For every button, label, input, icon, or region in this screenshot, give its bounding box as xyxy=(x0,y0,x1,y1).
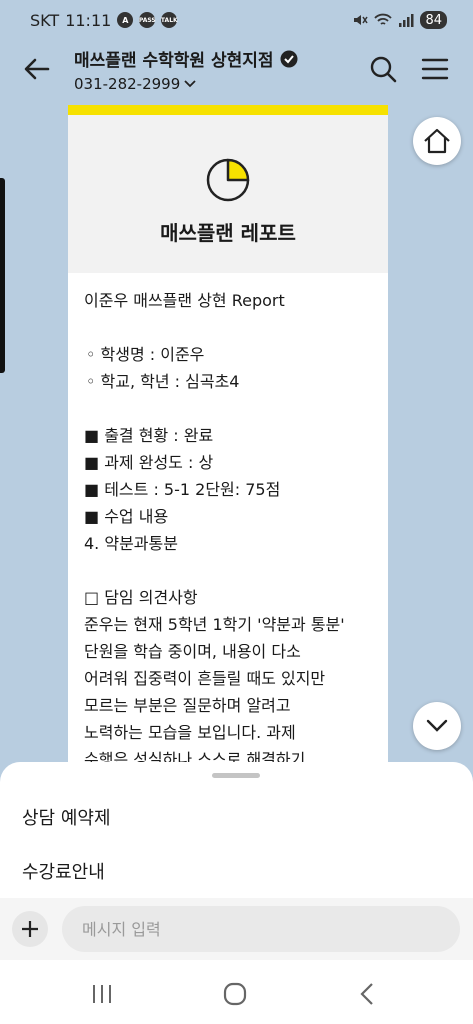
phone-row[interactable]: 031-282-2999 xyxy=(74,75,298,93)
status-left: SKT 11:11 A PASS TALK xyxy=(30,10,178,30)
message-input[interactable] xyxy=(62,906,460,952)
homework-completion: ■ 과제 완성도 : 상 xyxy=(84,453,214,472)
talk-app-icon: TALK xyxy=(161,12,178,28)
channel-title: 매쓰플랜 수학학원 상현지점 xyxy=(74,51,274,71)
verified-badge-icon xyxy=(280,50,298,67)
back-arrow-icon[interactable] xyxy=(22,54,52,84)
channel-title-row: 매쓰플랜 수학학원 상현지점 xyxy=(74,46,298,71)
pie-logo-icon xyxy=(206,158,250,202)
channel-info[interactable]: 매쓰플랜 수학학원 상현지점 031-282-2999 xyxy=(74,46,298,93)
clock: 11:11 xyxy=(65,10,112,30)
screen-edge-handle xyxy=(0,178,5,373)
report-body: 이준우 매쓰플랜 상현 Report ◦ 학생명 : 이준우 ◦ 학교, 학년 … xyxy=(68,273,388,765)
pass-app-icon: PASS xyxy=(139,12,156,28)
recent-apps-icon[interactable] xyxy=(87,980,117,1008)
student-name: ◦ 학생명 : 이준우 xyxy=(86,345,205,364)
opinion-line: 단원을 학습 중이며, 내용이 다소 xyxy=(84,642,301,661)
message-input-bar xyxy=(0,898,473,960)
system-nav-bar xyxy=(0,962,473,1024)
chevron-down-icon xyxy=(184,80,196,88)
class-topic: 4. 약분과통분 xyxy=(84,534,178,553)
chevron-down-icon xyxy=(426,719,448,732)
home-icon xyxy=(424,128,450,154)
phone-number: 031-282-2999 xyxy=(74,75,181,93)
opinion-line: 노력하는 모습을 보입니다. 과제 xyxy=(84,723,296,742)
app-a-icon: A xyxy=(117,12,134,28)
status-bar: SKT 11:11 A PASS TALK 84 xyxy=(0,0,473,40)
home-nav-icon[interactable] xyxy=(220,980,250,1008)
sheet-drag-handle[interactable] xyxy=(212,773,260,778)
attach-button[interactable] xyxy=(12,911,48,947)
test-result: ■ 테스트 : 5-1 2단원: 75점 xyxy=(84,480,281,499)
menu-item-consultation[interactable]: 상담 예약제 xyxy=(22,804,111,830)
home-button[interactable] xyxy=(413,117,461,165)
battery-icon: 84 xyxy=(420,11,447,29)
report-message-card: 매쓰플랜 레포트 이준우 매쓰플랜 상현 Report ◦ 학생명 : 이준우 … xyxy=(68,105,388,765)
menu-icon[interactable] xyxy=(420,54,450,84)
search-icon[interactable] xyxy=(368,54,398,84)
menu-item-tuition[interactable]: 수강료안내 xyxy=(22,858,105,884)
report-heading: 이준우 매쓰플랜 상현 Report xyxy=(84,291,285,310)
opinion-line: 준우는 현재 5학년 1학기 '약분과 통분' xyxy=(84,615,345,634)
plus-icon xyxy=(22,921,38,937)
card-header: 매쓰플랜 레포트 xyxy=(68,115,388,273)
carrier: SKT xyxy=(30,10,60,30)
opinion-header: □ 담임 의견사항 xyxy=(84,588,198,607)
attendance-status: ■ 출결 현황 : 완료 xyxy=(84,426,214,445)
mute-icon xyxy=(354,15,369,25)
card-accent-bar xyxy=(68,105,388,115)
opinion-line: 어려워 집중력이 흔들릴 때도 있지만 xyxy=(84,669,326,688)
opinion-line: 모르는 부분은 질문하며 알려고 xyxy=(84,696,291,715)
wifi-icon xyxy=(374,13,393,25)
class-content-label: ■ 수업 내용 xyxy=(84,507,169,526)
school-grade: ◦ 학교, 학년 : 심곡초4 xyxy=(86,372,240,391)
signal-icon xyxy=(399,14,414,27)
report-title: 매쓰플랜 레포트 xyxy=(160,221,296,245)
status-right: 84 xyxy=(352,11,447,29)
chat-header: 매쓰플랜 수학학원 상현지점 031-282-2999 xyxy=(0,40,473,102)
back-nav-icon[interactable] xyxy=(353,980,383,1008)
scroll-down-button[interactable] xyxy=(413,702,461,750)
